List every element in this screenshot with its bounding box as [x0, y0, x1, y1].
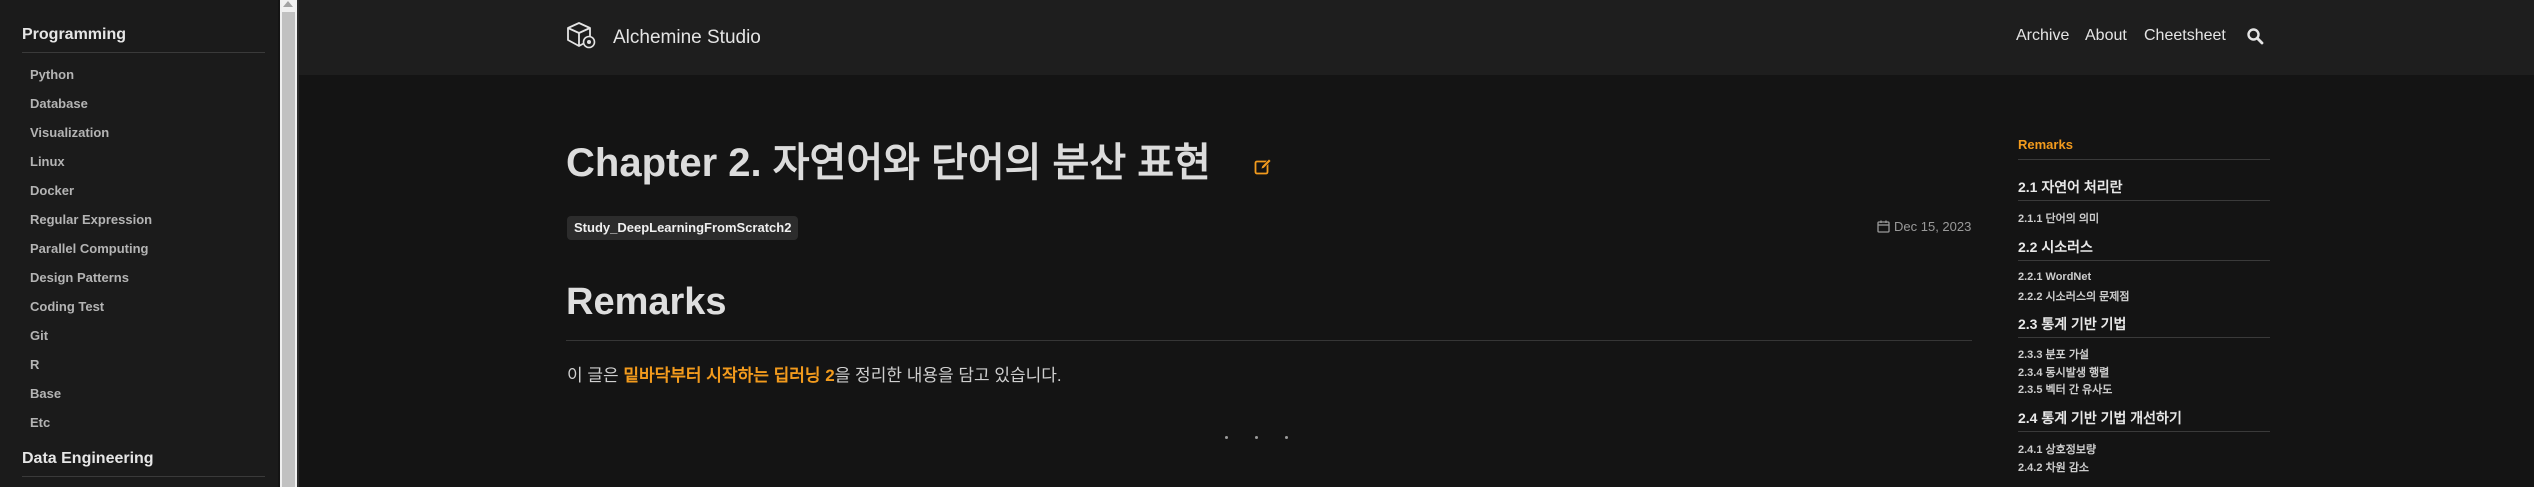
- heading-divider: [566, 340, 1972, 341]
- post-tag[interactable]: Study_DeepLearningFromScratch2: [567, 216, 799, 240]
- nav-about[interactable]: About: [2085, 27, 2127, 45]
- sidebar-item-coding-test[interactable]: Coding Test: [30, 299, 104, 314]
- scroll-up-arrow-icon[interactable]: [283, 1, 293, 7]
- toc-divider: [2018, 260, 2270, 261]
- calendar-icon: [1877, 220, 1890, 233]
- toc-subsection[interactable]: 2.3.5 벡터 간 유사도: [2018, 381, 2112, 397]
- sidebar-item-linux[interactable]: Linux: [30, 154, 65, 169]
- toc-divider: [2018, 431, 2270, 432]
- toc-subsection[interactable]: 2.4.1 상호정보량: [2018, 441, 2096, 457]
- post-date: Dec 15, 2023: [1894, 219, 1972, 234]
- sidebar-divider: [22, 52, 265, 53]
- sidebar-item-regular-expression[interactable]: Regular Expression: [30, 212, 152, 227]
- sidebar-item-design-patterns[interactable]: Design Patterns: [30, 270, 129, 285]
- sidebar-item-python[interactable]: Python: [30, 67, 74, 82]
- site-brand-title[interactable]: Alchemine Studio: [613, 27, 761, 49]
- toc-section[interactable]: 2.4 통계 기반 기법 개선하기: [2018, 408, 2182, 428]
- sidebar-item-docker[interactable]: Docker: [30, 183, 74, 198]
- toc-subsection[interactable]: 2.4.2 차원 감소: [2018, 459, 2089, 475]
- toc-section[interactable]: 2.1 자연어 처리란: [2018, 177, 2123, 197]
- sidebar-item-etc[interactable]: Etc: [30, 415, 50, 430]
- sidebar-item-base[interactable]: Base: [30, 386, 61, 401]
- toc-subsection[interactable]: 2.1.1 단어의 의미: [2018, 210, 2099, 226]
- scrollbar-thumb[interactable]: [282, 12, 295, 487]
- book-link[interactable]: 밑바닥부터 시작하는 딥러닝 2: [623, 366, 834, 385]
- separator-dot: [1255, 436, 1258, 439]
- separator-dot: [1285, 436, 1288, 439]
- sidebar-group-title-data-engineering[interactable]: Data Engineering: [22, 450, 154, 468]
- section-heading-remarks: Remarks: [566, 281, 727, 323]
- sidebar-item-parallel-computing[interactable]: Parallel Computing: [30, 241, 148, 256]
- toc-section[interactable]: 2.2 시소러스: [2018, 237, 2093, 257]
- page-title: Chapter 2. 자연어와 단어의 분산 표현: [566, 141, 1211, 185]
- intro-text-prefix: 이 글은: [567, 366, 624, 385]
- cube-icon[interactable]: [566, 20, 596, 50]
- sidebar-group-title-programming[interactable]: Programming: [22, 26, 126, 44]
- nav-archive[interactable]: Archive: [2016, 27, 2069, 45]
- toc-divider: [2018, 159, 2270, 160]
- toc-section[interactable]: 2.3 통계 기반 기법: [2018, 314, 2126, 334]
- intro-paragraph: 이 글은 밑바닥부터 시작하는 딥러닝 2을 정리한 내용을 담고 있습니다.: [567, 361, 1062, 386]
- toc-subsection[interactable]: 2.2.2 시소러스의 문제점: [2018, 288, 2130, 304]
- edit-icon[interactable]: [1254, 158, 1272, 176]
- sidebar-item-git[interactable]: Git: [30, 328, 48, 343]
- toc-subsection[interactable]: 2.2.1 WordNet: [2018, 271, 2091, 283]
- toc-divider: [2018, 337, 2270, 338]
- search-icon[interactable]: [2246, 27, 2264, 45]
- sidebar-divider: [22, 476, 265, 477]
- nav-cheetsheet[interactable]: Cheetsheet: [2144, 27, 2226, 45]
- intro-text-suffix: 을 정리한 내용을 담고 있습니다.: [834, 366, 1062, 385]
- sidebar-item-r[interactable]: R: [30, 357, 39, 372]
- toc-divider: [2018, 200, 2270, 201]
- sidebar-scrollbar[interactable]: [280, 0, 297, 487]
- toc-subsection[interactable]: 2.3.4 동시발생 행렬: [2018, 364, 2109, 380]
- sidebar-item-visualization[interactable]: Visualization: [30, 125, 109, 140]
- sidebar: Programming Python Database Visualizatio…: [0, 0, 278, 487]
- separator-dot: [1225, 436, 1228, 439]
- toc-title[interactable]: Remarks: [2018, 137, 2073, 152]
- toc-subsection[interactable]: 2.3.3 분포 가설: [2018, 346, 2089, 362]
- sidebar-item-database[interactable]: Database: [30, 96, 88, 111]
